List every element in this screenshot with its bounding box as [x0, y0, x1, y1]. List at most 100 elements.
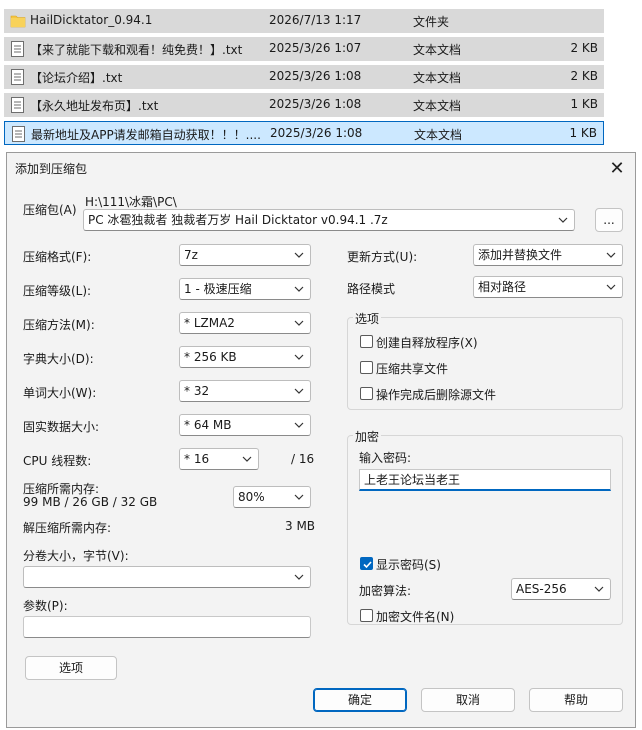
cancel-button[interactable]: 取消: [421, 688, 515, 712]
shared-checkbox[interactable]: [360, 361, 373, 374]
archive-label: 压缩包(A): [23, 203, 77, 217]
chevron-down-icon: [293, 279, 305, 299]
format-select[interactable]: 7z: [179, 244, 311, 266]
sfx-checkbox[interactable]: [360, 335, 373, 348]
encrypt-names-checkbox[interactable]: [360, 609, 373, 622]
encrypt-names-label: 加密文件名(N): [376, 610, 455, 624]
word-value: * 32: [184, 384, 210, 398]
word-select[interactable]: * 32: [179, 380, 311, 402]
chevron-down-icon: [293, 381, 305, 401]
file-date: 2025/3/26 1:08: [270, 126, 363, 140]
chevron-down-icon: [293, 487, 305, 507]
split-label: 分卷大小，字节(V):: [23, 549, 129, 563]
solid-value: * 64 MB: [184, 418, 232, 432]
show-password-checkbox[interactable]: [360, 557, 373, 570]
format-value: 7z: [184, 248, 198, 262]
enc-method-value: AES-256: [516, 582, 567, 596]
chevron-down-icon: [293, 347, 305, 367]
level-label: 压缩等级(L):: [23, 284, 92, 298]
file-size: 2 KB: [570, 69, 598, 83]
path-mode-select[interactable]: 相对路径: [473, 276, 623, 298]
text-file-icon: [10, 69, 25, 85]
enc-method-label: 加密算法:: [359, 584, 412, 598]
enc-method-select[interactable]: AES-256: [511, 578, 611, 600]
chevron-down-icon: [293, 415, 305, 435]
add-to-archive-dialog: 添加到压缩包 ✕ 压缩包(A) H:\111\冰霜\PC\ PC 冰雹独裁者 独…: [6, 152, 636, 728]
archive-name-combo[interactable]: PC 冰雹独裁者 独裁者万岁 Hail Dicktator v0.94.1 .7…: [83, 209, 575, 231]
path-label: 路径模式: [347, 282, 396, 296]
show-password-label: 显示密码(S): [376, 558, 441, 572]
file-name: 【论坛介绍】.txt: [30, 71, 123, 85]
level-value: 1 - 极速压缩: [184, 282, 252, 296]
cpu-label: CPU 线程数:: [23, 454, 92, 468]
file-name: 【来了就能下载和观看！纯免费！】.txt: [30, 43, 243, 57]
file-date: 2025/3/26 1:08: [269, 69, 362, 83]
text-file-icon: [11, 126, 26, 142]
dialog-title: 添加到压缩包: [15, 162, 88, 176]
file-type: 文本文档: [413, 99, 462, 113]
shared-label: 压缩共享文件: [376, 362, 449, 376]
file-row[interactable]: HailDicktator_0.94.1 2026/7/13 1:17 文件夹: [4, 9, 604, 33]
solid-select[interactable]: * 64 MB: [179, 414, 311, 436]
mem-percent-value: 80%: [238, 490, 265, 504]
delete-source-label: 操作完成后删除源文件: [376, 388, 497, 402]
update-label: 更新方式(U):: [347, 250, 418, 264]
dict-label: 字典大小(D):: [23, 352, 94, 366]
solid-label: 固实数据大小:: [23, 420, 100, 434]
level-select[interactable]: 1 - 极速压缩: [179, 278, 311, 300]
file-row[interactable]: 【永久地址发布页】.txt 2025/3/26 1:08 文本文档 1 KB: [4, 93, 604, 117]
sfx-label: 创建自释放程序(X): [376, 336, 478, 350]
method-value: * LZMA2: [184, 316, 235, 330]
mem-value: 99 MB / 26 GB / 32 GB: [23, 495, 158, 509]
archive-name-value: PC 冰雹独裁者 独裁者万岁 Hail Dicktator v0.94.1 .7…: [88, 213, 388, 227]
file-date: 2026/7/13 1:17: [269, 13, 362, 27]
file-row[interactable]: 最新地址及APP请发邮箱自动获取！！！.... 2025/3/26 1:08 文…: [4, 121, 604, 145]
chevron-down-icon: [241, 449, 253, 469]
ok-button[interactable]: 确定: [313, 688, 407, 712]
file-row[interactable]: 【来了就能下载和观看！纯免费！】.txt 2025/3/26 1:07 文本文档…: [4, 37, 604, 61]
file-type: 文本文档: [413, 71, 462, 85]
file-name: 最新地址及APP请发邮箱自动获取！！！....: [31, 128, 261, 142]
encryption-group-title: 加密: [353, 428, 382, 445]
chevron-down-icon: [557, 210, 569, 230]
decomp-value: 3 MB: [285, 519, 316, 533]
cpu-select[interactable]: * 16: [179, 448, 259, 470]
chevron-down-icon: [293, 245, 305, 265]
text-file-icon: [10, 97, 25, 113]
params-label: 参数(P):: [23, 599, 68, 613]
update-value: 添加并替换文件: [478, 248, 563, 262]
file-size: 1 KB: [569, 126, 597, 140]
method-select[interactable]: * LZMA2: [179, 312, 311, 334]
file-type: 文件夹: [413, 15, 450, 29]
path-value: 相对路径: [478, 280, 527, 294]
archive-path: H:\111\冰霜\PC\: [85, 195, 177, 209]
delete-source-checkbox[interactable]: [360, 387, 373, 400]
folder-icon: [10, 13, 26, 29]
file-name: 【永久地址发布页】.txt: [30, 99, 159, 113]
close-icon[interactable]: ✕: [603, 155, 631, 181]
dict-value: * 256 KB: [184, 350, 237, 364]
chevron-down-icon: [293, 313, 305, 333]
file-size: 1 KB: [570, 97, 598, 111]
decomp-label: 解压缩所需内存:: [23, 521, 112, 535]
params-input[interactable]: [23, 616, 311, 638]
file-type: 文本文档: [414, 128, 463, 142]
file-list: HailDicktator_0.94.1 2026/7/13 1:17 文件夹 …: [0, 0, 642, 152]
cpu-value: * 16: [184, 452, 210, 466]
update-select[interactable]: 添加并替换文件: [473, 244, 623, 266]
browse-button[interactable]: ...: [595, 208, 623, 232]
file-date: 2025/3/26 1:07: [269, 41, 362, 55]
method-label: 压缩方法(M):: [23, 318, 95, 332]
chevron-down-icon: [605, 277, 617, 297]
password-input[interactable]: 上老王论坛当老王: [359, 469, 611, 491]
chevron-down-icon: [593, 579, 605, 599]
options-button[interactable]: 选项: [25, 656, 117, 680]
help-button[interactable]: 帮助: [529, 688, 623, 712]
word-label: 单词大小(W):: [23, 386, 97, 400]
split-size-combo[interactable]: [23, 566, 311, 588]
file-row[interactable]: 【论坛介绍】.txt 2025/3/26 1:08 文本文档 2 KB: [4, 65, 604, 89]
file-type: 文本文档: [413, 43, 462, 57]
mem-percent-select[interactable]: 80%: [233, 486, 311, 508]
dict-select[interactable]: * 256 KB: [179, 346, 311, 368]
password-value: 上老王论坛当老王: [364, 473, 461, 487]
